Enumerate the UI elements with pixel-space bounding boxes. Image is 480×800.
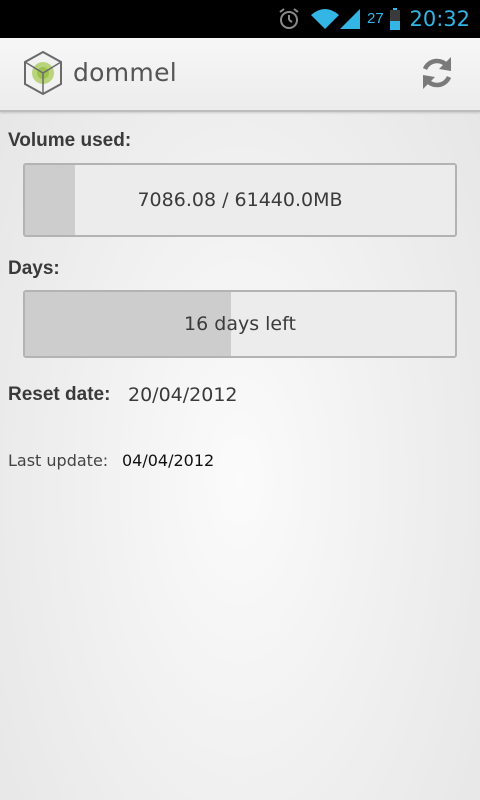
refresh-button[interactable]: [414, 52, 460, 98]
dommel-logo-icon: [22, 50, 64, 96]
volume-progress-text: 7086.08 / 61440.0MB: [137, 189, 343, 211]
refresh-icon: [417, 53, 457, 98]
volume-label: Volume used:: [8, 130, 132, 151]
reset-date-value: 20/04/2012: [128, 384, 238, 406]
battery-icon: [390, 0, 400, 38]
days-progress-bar: 16 days left: [23, 290, 457, 358]
action-bar: dommel: [0, 38, 480, 112]
reset-date-label: Reset date:: [8, 384, 111, 405]
battery-level: 27: [367, 10, 384, 27]
last-update-label: Last update:: [8, 451, 109, 470]
status-bar: 27 20:32: [0, 0, 480, 38]
alarm-icon: [277, 0, 301, 38]
signal-icon: [338, 0, 362, 38]
days-label: Days:: [8, 258, 60, 279]
app-title: dommel: [73, 58, 177, 87]
volume-progress-bar: 7086.08 / 61440.0MB: [23, 163, 457, 237]
wifi-icon: [310, 0, 340, 38]
days-progress-text: 16 days left: [184, 313, 296, 335]
last-update-value: 04/04/2012: [122, 451, 215, 470]
status-time: 20:32: [409, 7, 470, 31]
